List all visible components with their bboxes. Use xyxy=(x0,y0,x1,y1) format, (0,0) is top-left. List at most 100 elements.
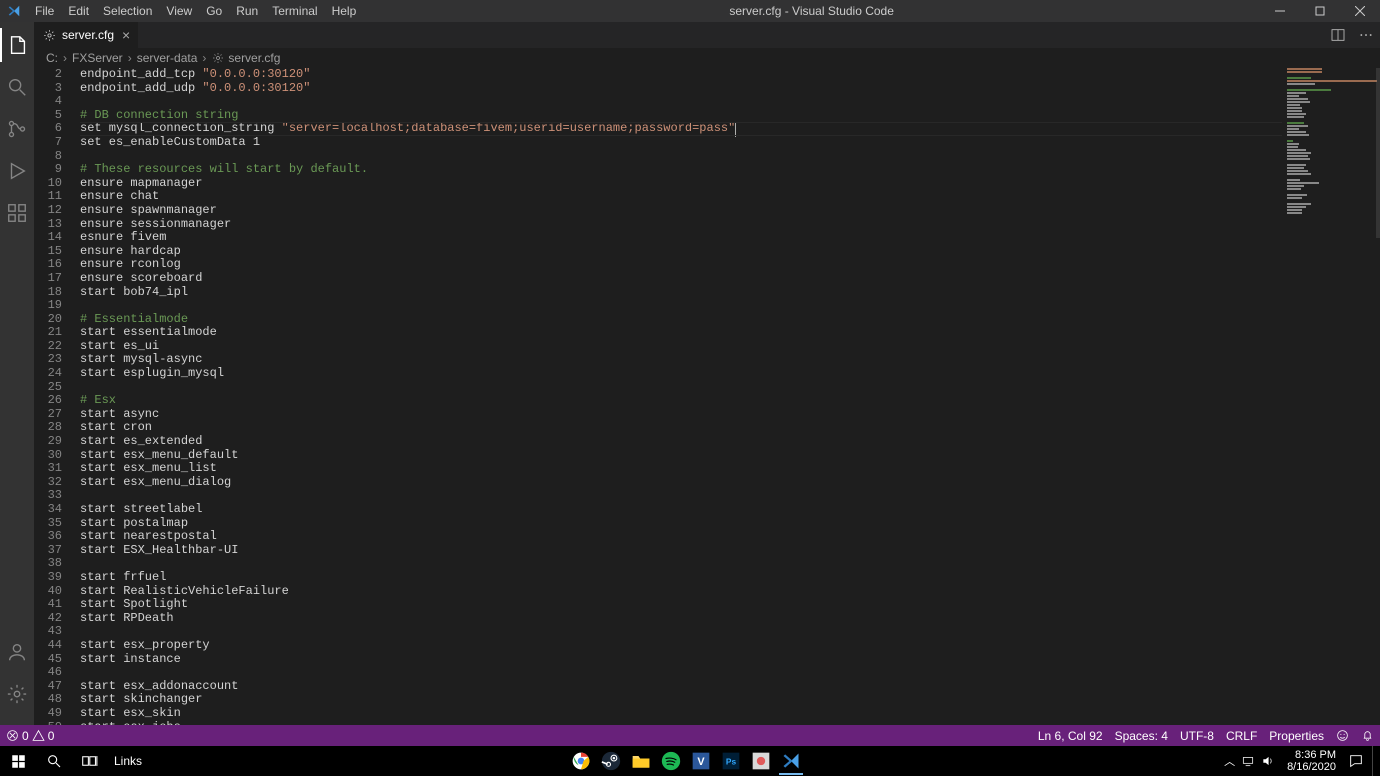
status-bell-icon[interactable] xyxy=(1355,729,1380,742)
volume-icon[interactable] xyxy=(1261,754,1275,768)
menu-go[interactable]: Go xyxy=(199,4,229,18)
status-encoding[interactable]: UTF-8 xyxy=(1174,729,1220,743)
code-line[interactable]: start RPDeath xyxy=(80,612,1282,626)
code-line[interactable]: ensure spawnmanager xyxy=(80,204,1282,218)
menu-file[interactable]: File xyxy=(28,4,61,18)
code-line[interactable] xyxy=(80,666,1282,680)
code-line[interactable] xyxy=(80,625,1282,639)
code-line[interactable]: set es_enableCustomData 1 xyxy=(80,136,1282,150)
code-line[interactable]: start es_extended xyxy=(80,435,1282,449)
tab-server-cfg[interactable]: server.cfg × xyxy=(34,22,139,48)
settings-gear-icon[interactable] xyxy=(0,677,34,711)
breadcrumb-seg[interactable]: FXServer xyxy=(72,51,123,65)
menu-selection[interactable]: Selection xyxy=(96,4,159,18)
code-line[interactable]: ensure rconlog xyxy=(80,258,1282,272)
code-line[interactable]: esnure fivem xyxy=(80,231,1282,245)
chevron-up-icon[interactable]: ︿ xyxy=(1224,753,1235,769)
code-line[interactable]: start esx_menu_list xyxy=(80,462,1282,476)
status-eol[interactable]: CRLF xyxy=(1220,729,1263,743)
menu-help[interactable]: Help xyxy=(325,4,364,18)
breadcrumb-seg[interactable]: C: xyxy=(46,51,58,65)
menu-terminal[interactable]: Terminal xyxy=(265,4,324,18)
code-line[interactable]: start esx_menu_default xyxy=(80,449,1282,463)
code-line[interactable]: start esplugin_mysql xyxy=(80,367,1282,381)
code-line[interactable] xyxy=(80,95,1282,109)
code-line[interactable]: ensure hardcap xyxy=(80,245,1282,259)
chrome-icon[interactable] xyxy=(567,747,595,775)
minimap-slider[interactable] xyxy=(1376,68,1380,238)
code-line[interactable]: # These resources will start by default. xyxy=(80,163,1282,177)
code-line[interactable]: start streetlabel xyxy=(80,503,1282,517)
code-line[interactable]: start ESX_Healthbar-UI xyxy=(80,544,1282,558)
status-language[interactable]: Properties xyxy=(1263,729,1330,743)
vscode-app-icon[interactable] xyxy=(777,747,805,775)
search-icon[interactable] xyxy=(36,746,72,776)
extensions-icon[interactable] xyxy=(0,196,34,230)
breadcrumb[interactable]: C: › FXServer › server-data › server.cfg xyxy=(34,48,1380,68)
status-ln-col[interactable]: Ln 6, Col 92 xyxy=(1032,729,1109,743)
search-icon[interactable] xyxy=(0,70,34,104)
network-icon[interactable] xyxy=(1241,754,1255,768)
code-line[interactable] xyxy=(80,489,1282,503)
menu-edit[interactable]: Edit xyxy=(61,4,96,18)
breadcrumb-seg[interactable]: server.cfg xyxy=(228,51,280,65)
code-lines[interactable]: endpoint_add_tcp "0.0.0.0:30120"endpoint… xyxy=(80,68,1282,725)
spotify-icon[interactable] xyxy=(657,747,685,775)
code-line[interactable]: start bob74_ipl xyxy=(80,286,1282,300)
code-line[interactable]: start esx_property xyxy=(80,639,1282,653)
taskbar-clock[interactable]: 8:36 PM 8/16/2020 xyxy=(1281,749,1342,773)
code-line[interactable]: start essentialmode xyxy=(80,326,1282,340)
source-control-icon[interactable] xyxy=(0,112,34,146)
task-view-icon[interactable] xyxy=(72,746,108,776)
code-line[interactable]: start esx_addonaccount xyxy=(80,680,1282,694)
breadcrumb-seg[interactable]: server-data xyxy=(137,51,198,65)
code-line[interactable]: start skinchanger xyxy=(80,693,1282,707)
code-line[interactable]: start frfuel xyxy=(80,571,1282,585)
run-debug-icon[interactable] xyxy=(0,154,34,188)
status-feedback-icon[interactable] xyxy=(1330,729,1355,742)
code-line[interactable]: start esx_jobs xyxy=(80,721,1282,726)
code-line[interactable]: start es_ui xyxy=(80,340,1282,354)
code-line[interactable]: ensure scoreboard xyxy=(80,272,1282,286)
code-line[interactable]: start RealisticVehicleFailure xyxy=(80,585,1282,599)
close-button[interactable] xyxy=(1340,0,1380,22)
code-line[interactable] xyxy=(80,150,1282,164)
links-toolbar[interactable]: Links xyxy=(108,754,148,768)
code-line[interactable]: set mysql_connection_string "server=loca… xyxy=(80,122,1282,136)
steam-icon[interactable] xyxy=(597,747,625,775)
file-explorer-icon[interactable] xyxy=(627,747,655,775)
code-line[interactable]: endpoint_add_udp "0.0.0.0:30120" xyxy=(80,82,1282,96)
code-line[interactable]: start async xyxy=(80,408,1282,422)
code-line[interactable]: # DB connection string xyxy=(80,109,1282,123)
accounts-icon[interactable] xyxy=(0,635,34,669)
code-line[interactable] xyxy=(80,381,1282,395)
status-problems[interactable]: 0 0 xyxy=(0,729,60,743)
code-line[interactable]: start postalmap xyxy=(80,517,1282,531)
code-line[interactable]: start instance xyxy=(80,653,1282,667)
system-tray[interactable]: ︿ xyxy=(1224,753,1275,769)
app-icon[interactable] xyxy=(747,747,775,775)
menu-view[interactable]: View xyxy=(159,4,199,18)
code-line[interactable]: start nearestpostal xyxy=(80,530,1282,544)
code-line[interactable]: ensure chat xyxy=(80,190,1282,204)
notifications-icon[interactable] xyxy=(1348,753,1364,769)
code-line[interactable]: ensure sessionmanager xyxy=(80,218,1282,232)
code-line[interactable] xyxy=(80,299,1282,313)
code-line[interactable]: start Spotlight xyxy=(80,598,1282,612)
minimize-button[interactable] xyxy=(1260,0,1300,22)
code-line[interactable]: # Esx xyxy=(80,394,1282,408)
start-button[interactable] xyxy=(0,746,36,776)
menu-run[interactable]: Run xyxy=(229,4,265,18)
code-line[interactable]: start esx_skin xyxy=(80,707,1282,721)
explorer-icon[interactable] xyxy=(0,28,34,62)
code-line[interactable] xyxy=(80,557,1282,571)
visio-icon[interactable]: V xyxy=(687,747,715,775)
status-spaces[interactable]: Spaces: 4 xyxy=(1109,729,1174,743)
more-actions-icon[interactable] xyxy=(1352,22,1380,48)
code-editor[interactable]: 2345678910111213141516171819202122232425… xyxy=(34,68,1282,725)
code-line[interactable]: start cron xyxy=(80,421,1282,435)
split-editor-icon[interactable] xyxy=(1324,22,1352,48)
close-icon[interactable]: × xyxy=(122,27,130,43)
code-line[interactable]: endpoint_add_tcp "0.0.0.0:30120" xyxy=(80,68,1282,82)
code-line[interactable]: start mysql-async xyxy=(80,353,1282,367)
